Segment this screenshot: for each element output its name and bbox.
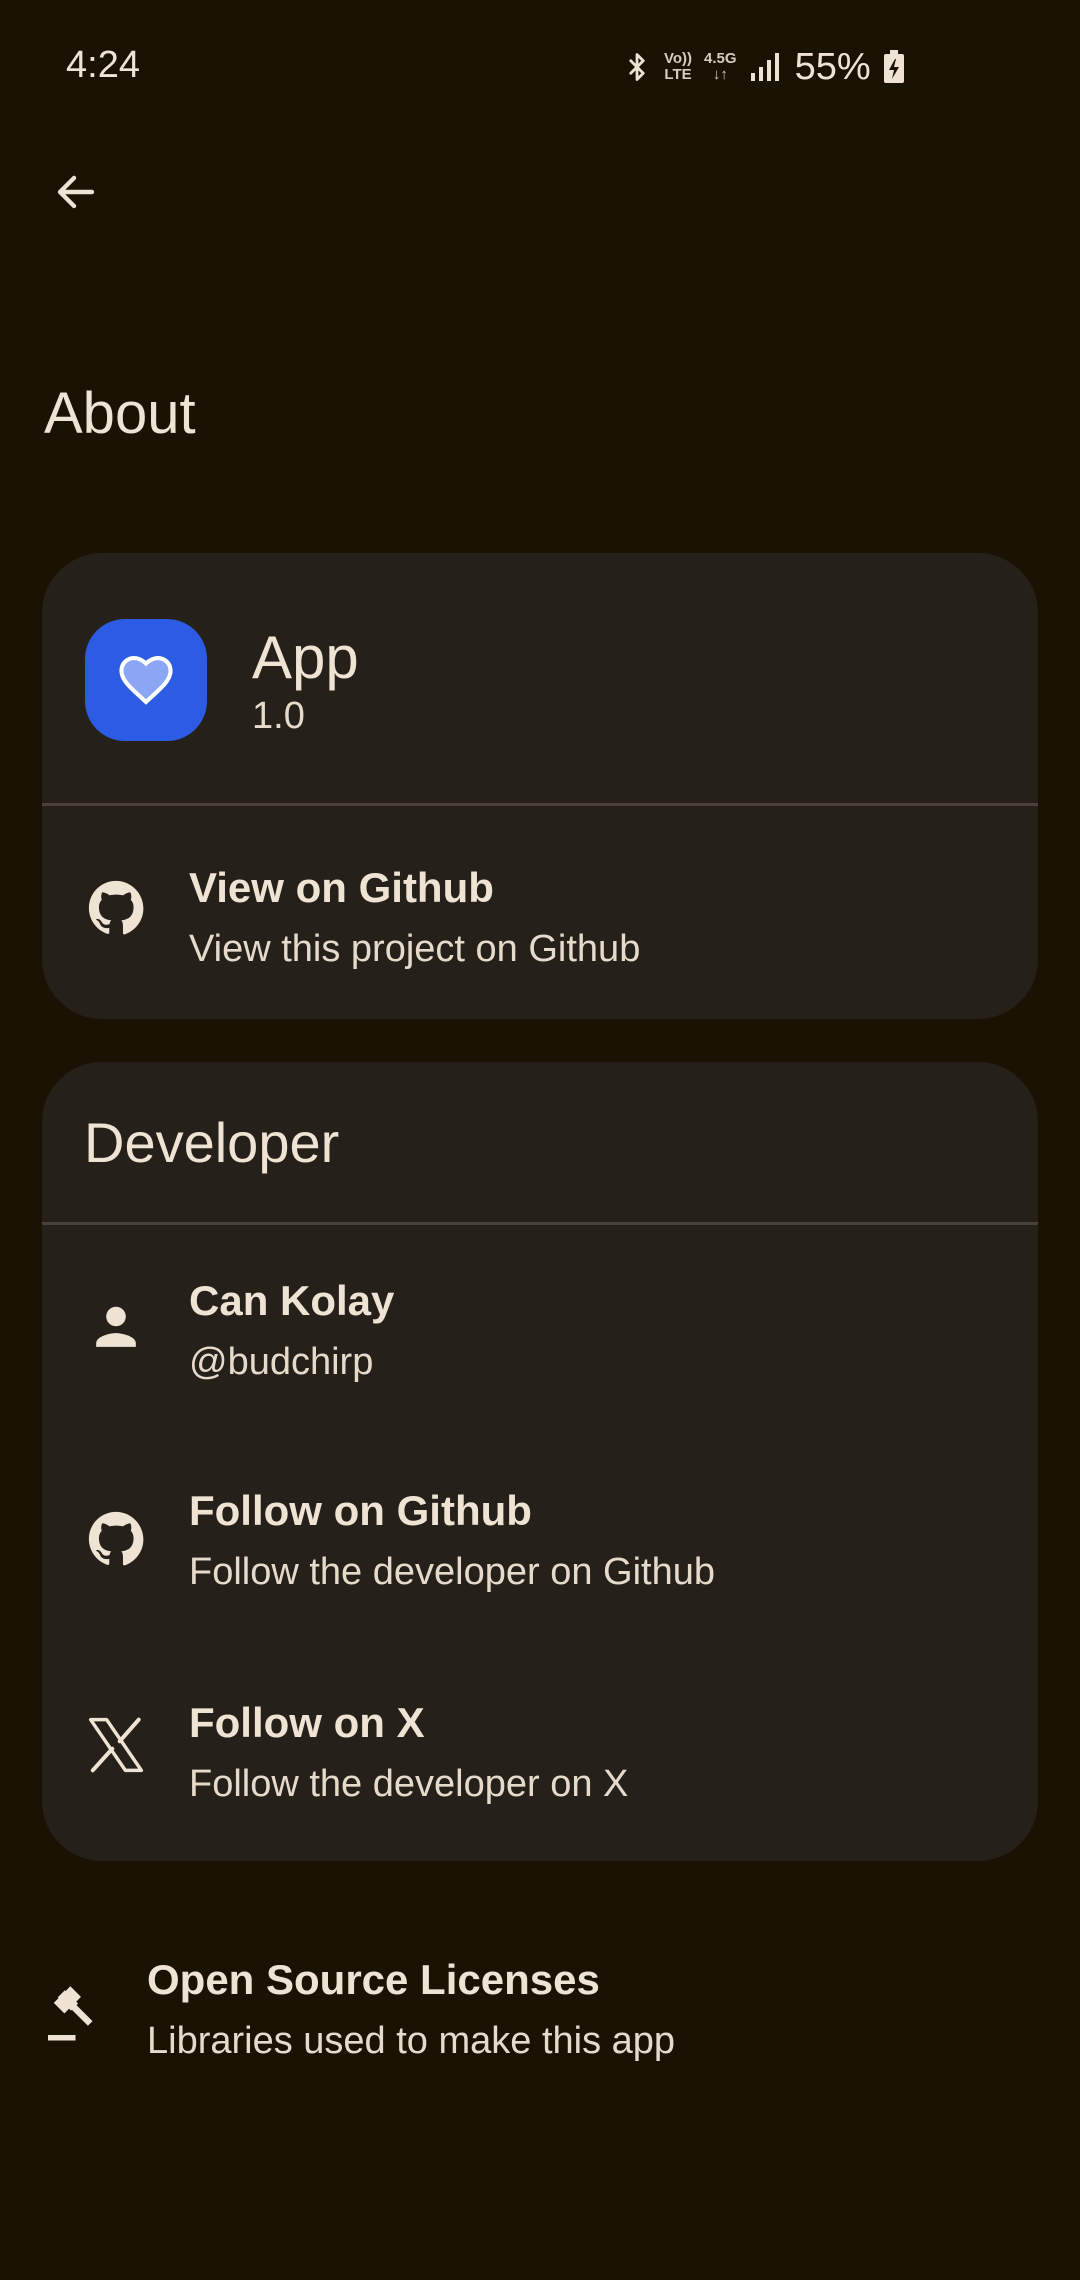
bluetooth-icon [622,50,652,84]
signal-icon [749,51,781,83]
volte-top-text: Vo)) [664,50,693,67]
app-info-card: App 1.0 View on Github View this project… [42,553,1038,1019]
view-on-github-row[interactable]: View on Github View this project on Gith… [42,806,1038,1019]
network-top-text: 4.5G [704,50,737,67]
developer-section-title: Developer [84,1111,340,1174]
developer-handle: @budchirp [189,1341,374,1383]
volte-icon: Vo)) LTE [664,51,692,83]
status-bar: 4:24 Vo)) LTE 4.5G ↓↑ 55% [0,0,1080,130]
x-logo-icon [78,1707,154,1783]
open-source-licenses-row[interactable]: Open Source Licenses Libraries used to m… [0,1940,1080,2110]
about-screen: 4:24 Vo)) LTE 4.5G ↓↑ 55% About App 1.0 … [0,0,1080,2280]
follow-on-x-row[interactable]: Follow on X Follow the developer on X [42,1649,1038,1861]
github-icon [78,1501,154,1577]
battery-charging-icon [883,50,905,84]
follow-on-github-title: Follow on Github [189,1487,532,1534]
volte-bottom-text: LTE [664,66,692,83]
back-button[interactable] [40,156,112,228]
licenses-title: Open Source Licenses [147,1956,600,2003]
arrow-back-icon [57,175,95,209]
app-icon [85,619,207,741]
follow-on-x-subtitle: Follow the developer on X [189,1763,629,1805]
licenses-subtitle: Libraries used to make this app [147,2020,676,2062]
person-icon [78,1289,154,1365]
follow-on-github-row[interactable]: Follow on Github Follow the developer on… [42,1437,1038,1649]
page-title: About [44,381,196,446]
battery-percent: 55% [794,45,871,88]
status-icons: Vo)) LTE 4.5G ↓↑ 55% [622,44,905,90]
view-on-github-subtitle: View this project on Github [189,928,641,970]
app-name: App [252,624,359,691]
app-header: App 1.0 [42,553,1038,803]
app-version: 1.0 [252,695,305,737]
view-on-github-title: View on Github [189,864,494,911]
heart-icon [119,655,173,705]
github-icon [78,870,154,946]
follow-on-x-title: Follow on X [189,1699,425,1746]
network-bottom-text: ↓↑ [712,66,728,83]
follow-on-github-subtitle: Follow the developer on Github [189,1551,715,1593]
gavel-icon [38,1980,108,2050]
developer-card: Developer Can Kolay @budchirp Follow on … [42,1062,1038,1861]
status-time: 4:24 [66,44,140,86]
developer-profile-row[interactable]: Can Kolay @budchirp [42,1225,1038,1437]
developer-name: Can Kolay [189,1277,395,1324]
network-4-5g-icon: 4.5G ↓↑ [704,51,737,83]
